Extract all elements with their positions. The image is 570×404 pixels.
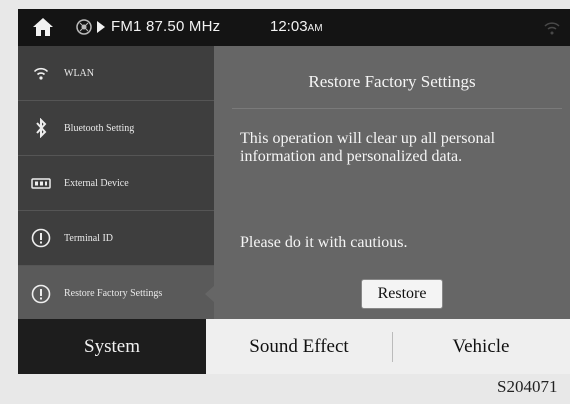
home-icon[interactable] xyxy=(32,17,54,37)
clock-ampm: AM xyxy=(307,23,323,34)
clock-time: 12:03 xyxy=(270,18,308,35)
wifi-icon xyxy=(30,62,52,84)
sidebar-item-label: External Device xyxy=(64,177,129,189)
bluetooth-icon xyxy=(30,117,52,139)
sidebar-item-external-device[interactable]: External Device xyxy=(18,156,214,211)
sidebar-item-label: WLAN xyxy=(64,67,94,79)
restore-panel: Restore Factory Settings This operation … xyxy=(214,46,570,319)
settings-sidebar: WLAN Bluetooth Setting External Device T… xyxy=(18,46,215,321)
sidebar-item-label: Bluetooth Setting xyxy=(64,122,135,134)
play-icon xyxy=(97,21,105,33)
tab-system[interactable]: System xyxy=(18,319,206,374)
info-circle-icon xyxy=(30,283,52,305)
head-unit-screen: FM1 87.50 MHz 12:03AM WLAN Bluetooth Set… xyxy=(18,9,570,374)
sidebar-item-wlan[interactable]: WLAN xyxy=(18,46,214,101)
tab-sound-effect[interactable]: Sound Effect xyxy=(206,319,392,374)
sidebar-item-restore-factory-settings[interactable]: Restore Factory Settings xyxy=(18,266,215,321)
signal-icon xyxy=(544,22,560,35)
radio-frequency[interactable]: FM1 87.50 MHz xyxy=(111,18,220,35)
panel-title: Restore Factory Settings xyxy=(308,72,476,91)
caution-message: Please do it with cautious. xyxy=(240,234,408,251)
status-bar: FM1 87.50 MHz 12:03AM xyxy=(18,9,570,46)
sidebar-item-bluetooth-setting[interactable]: Bluetooth Setting xyxy=(18,101,214,156)
bottom-tab-bar: System Sound Effect Vehicle xyxy=(18,319,570,374)
clock: 12:03AM xyxy=(270,18,323,35)
title-divider xyxy=(232,108,562,109)
warning-message: This operation will clear up all persona… xyxy=(240,130,496,165)
sidebar-item-label: Restore Factory Settings xyxy=(64,288,163,299)
external-device-icon xyxy=(30,172,52,194)
sidebar-item-label: Terminal ID xyxy=(64,232,114,244)
sidebar-item-terminal-id[interactable]: Terminal ID xyxy=(18,211,214,266)
tab-divider xyxy=(392,332,393,362)
radio-icon xyxy=(76,19,92,35)
restore-button[interactable]: Restore xyxy=(361,279,443,309)
tab-vehicle[interactable]: Vehicle xyxy=(392,319,570,374)
figure-code: S204071 xyxy=(497,377,558,396)
info-circle-icon xyxy=(30,227,52,249)
